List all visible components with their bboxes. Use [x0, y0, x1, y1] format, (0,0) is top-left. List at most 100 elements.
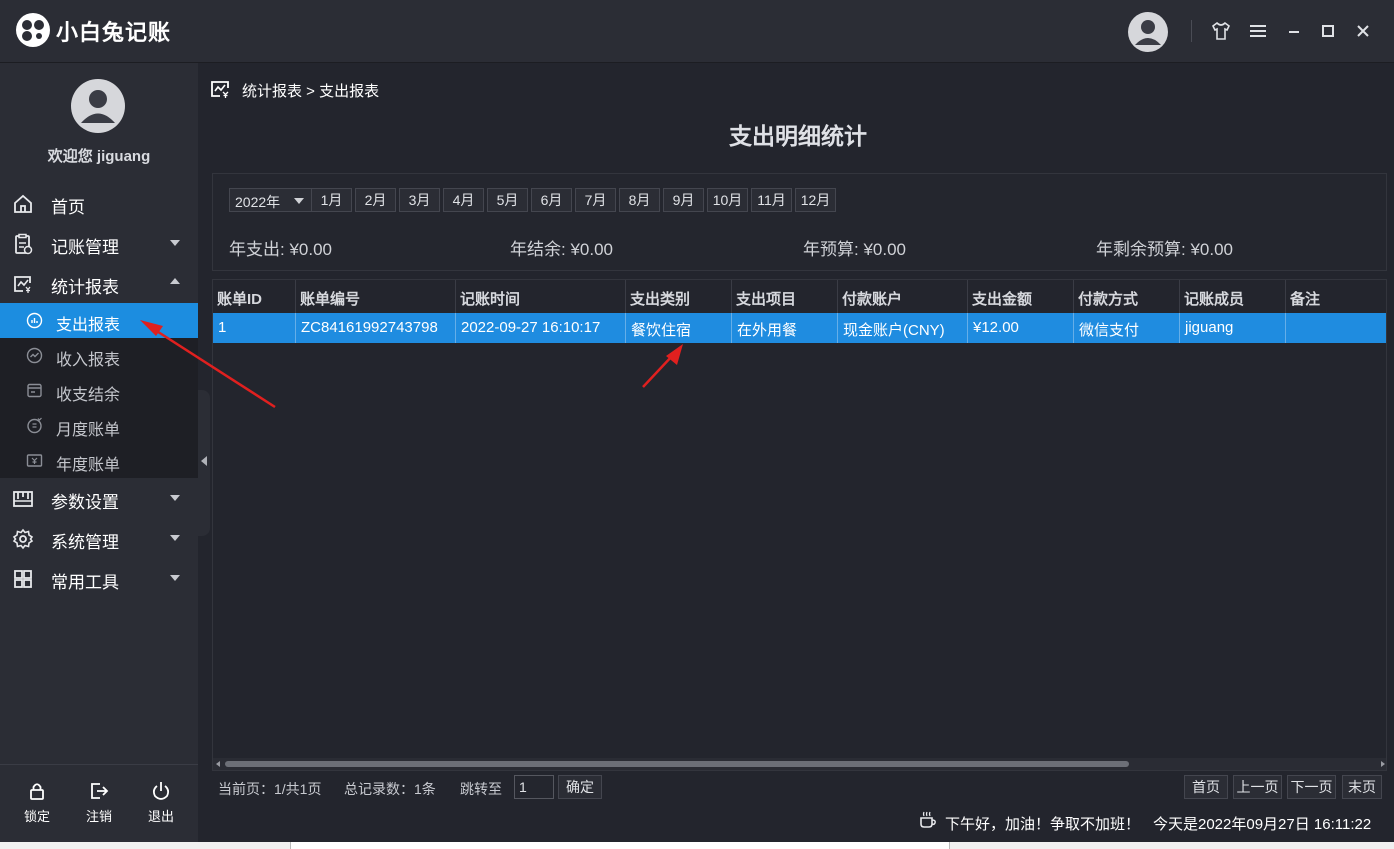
month-button[interactable]: 8月	[619, 188, 660, 212]
sidebar-item-label: 年度账单	[56, 457, 121, 474]
first-page-button[interactable]: 首页	[1184, 775, 1228, 799]
reports-submenu: 支出报表 收入报表 收支结余 月度账单 年度账单	[0, 303, 198, 478]
sidebar-item-expense-report[interactable]: 支出报表	[0, 303, 198, 338]
month-button[interactable]: 10月	[707, 188, 748, 212]
table-header: 账单ID 账单编号 记账时间 支出类别 支出项目 付款账户 支出金额 付款方式 …	[213, 280, 1386, 313]
total-records: 总记录数：1条	[344, 781, 436, 797]
sidebar-item-label: 收入报表	[56, 352, 121, 369]
confirm-button[interactable]: 确定	[558, 775, 602, 799]
skin-button[interactable]	[1208, 18, 1234, 44]
sidebar-collapse-handle[interactable]	[198, 390, 210, 536]
grid-icon	[14, 570, 32, 588]
month-button[interactable]: 12月	[795, 188, 836, 212]
menu-button[interactable]	[1245, 18, 1271, 44]
ledger-icon	[15, 233, 33, 255]
scroll-right-icon[interactable]	[1381, 761, 1385, 767]
month-button[interactable]: 6月	[531, 188, 572, 212]
today-datetime: 今天是2022年09月27日 16:11:22	[1153, 816, 1372, 833]
status-bar: 下午好，加油！争取不加班！ 今天是2022年09月27日 16:11:22	[198, 800, 1394, 842]
month-button[interactable]: 1月	[311, 188, 352, 212]
year-expense: 年支出: ¥0.00	[229, 240, 332, 259]
table-cell: 2022-09-27 16:10:17	[456, 313, 626, 343]
column-header[interactable]: 付款账户	[838, 280, 968, 313]
titlebar-separator	[1191, 20, 1192, 42]
logout-button[interactable]: 注销	[74, 780, 124, 825]
sidebar-item-system[interactable]: 系统管理	[0, 518, 198, 558]
avatar[interactable]	[71, 79, 125, 133]
last-page-button[interactable]: 末页	[1342, 775, 1382, 799]
logout-icon	[91, 783, 109, 799]
minimize-button[interactable]	[1281, 18, 1307, 44]
sidebar-item-home[interactable]: 首页	[0, 183, 198, 223]
welcome-text: 欢迎您 jiguang	[47, 148, 151, 165]
jump-label: 跳转至	[460, 781, 502, 797]
year-select[interactable]: 2022年	[229, 188, 320, 212]
report-icon	[211, 81, 229, 98]
sidebar-item-params[interactable]: 参数设置	[0, 478, 198, 518]
column-header[interactable]: 账单ID	[213, 280, 296, 313]
month-button[interactable]: 9月	[663, 188, 704, 212]
year-budget: 年预算: ¥0.00	[803, 240, 906, 259]
sidebar-item-ledger[interactable]: 记账管理	[0, 223, 198, 263]
column-header[interactable]: 支出项目	[732, 280, 838, 313]
exit-button[interactable]: 退出	[136, 780, 186, 825]
sidebar-item-yearly-bill[interactable]: 年度账单	[0, 443, 198, 478]
next-page-button[interactable]: 下一页	[1287, 775, 1336, 799]
sidebar-item-label: 常用工具	[51, 573, 119, 592]
sidebar-footer: 锁定 注销 退出	[0, 764, 198, 849]
sidebar-item-income-report[interactable]: 收入报表	[0, 338, 198, 373]
chevron-up-icon	[170, 278, 180, 284]
month-button[interactable]: 4月	[443, 188, 484, 212]
app-logo-icon	[16, 13, 50, 47]
scroll-left-icon[interactable]	[216, 761, 220, 767]
table-cell: 餐饮住宿	[626, 313, 732, 343]
chevron-left-icon	[201, 456, 207, 466]
scrollbar-thumb[interactable]	[225, 761, 1129, 767]
income-report-icon	[26, 347, 43, 364]
power-icon	[152, 782, 170, 800]
year-budget-left: 年剩余预算: ¥0.00	[1096, 240, 1233, 259]
column-header[interactable]: 支出金额	[968, 280, 1074, 313]
column-header[interactable]: 记账成员	[1180, 280, 1286, 313]
report-icon	[14, 276, 31, 293]
user-avatar-button[interactable]	[1128, 12, 1168, 52]
table-row[interactable]: 1 ZC84161992743798 2022-09-27 16:10:17 餐…	[213, 313, 1386, 343]
month-button[interactable]: 7月	[575, 188, 616, 212]
jump-page-input[interactable]	[514, 775, 554, 799]
sidebar-item-tools[interactable]: 常用工具	[0, 558, 198, 598]
close-button[interactable]	[1350, 18, 1376, 44]
column-header[interactable]: 备注	[1286, 280, 1386, 313]
month-button[interactable]: 3月	[399, 188, 440, 212]
prev-page-button[interactable]: 上一页	[1233, 775, 1282, 799]
logout-label: 注销	[85, 809, 112, 824]
table-cell: jiguang	[1180, 313, 1286, 343]
lock-button[interactable]: 锁定	[12, 780, 62, 825]
sidebar: 欢迎您 jiguang 首页 记账管理 统计报表 支出报表 收入报表 收支结余 …	[0, 63, 198, 849]
sidebar-item-monthly-bill[interactable]: 月度账单	[0, 408, 198, 443]
app-window: 小白兔记账 欢迎您 jiguang 首页 记账管理 统计报表 支出报表 收入报表…	[0, 0, 1394, 849]
column-header[interactable]: 付款方式	[1074, 280, 1180, 313]
month-button[interactable]: 5月	[487, 188, 528, 212]
horizontal-scrollbar[interactable]	[213, 758, 1386, 770]
maximize-button[interactable]	[1315, 18, 1341, 44]
column-header[interactable]: 账单编号	[296, 280, 456, 313]
column-header[interactable]: 记账时间	[456, 280, 626, 313]
sidebar-item-balance[interactable]: 收支结余	[0, 373, 198, 408]
background-document	[290, 842, 950, 849]
background-window-strip	[0, 842, 1394, 849]
sidebar-item-label: 收支结余	[56, 387, 121, 404]
sidebar-item-reports[interactable]: 统计报表	[0, 263, 198, 303]
gear-icon	[12, 528, 34, 550]
lock-label: 锁定	[23, 809, 50, 824]
title-bar: 小白兔记账	[0, 0, 1394, 63]
settings-sliders-icon	[13, 491, 33, 507]
sidebar-item-label: 月度账单	[56, 422, 121, 439]
greeting-text: 下午好，加油！争取不加班！	[945, 816, 1141, 833]
coffee-cup-icon	[920, 811, 936, 828]
month-button[interactable]: 2月	[355, 188, 396, 212]
chevron-down-icon	[170, 240, 180, 246]
app-title: 小白兔记账	[56, 20, 172, 45]
exit-label: 退出	[147, 809, 174, 824]
month-button[interactable]: 11月	[751, 188, 792, 212]
column-header[interactable]: 支出类别	[626, 280, 732, 313]
